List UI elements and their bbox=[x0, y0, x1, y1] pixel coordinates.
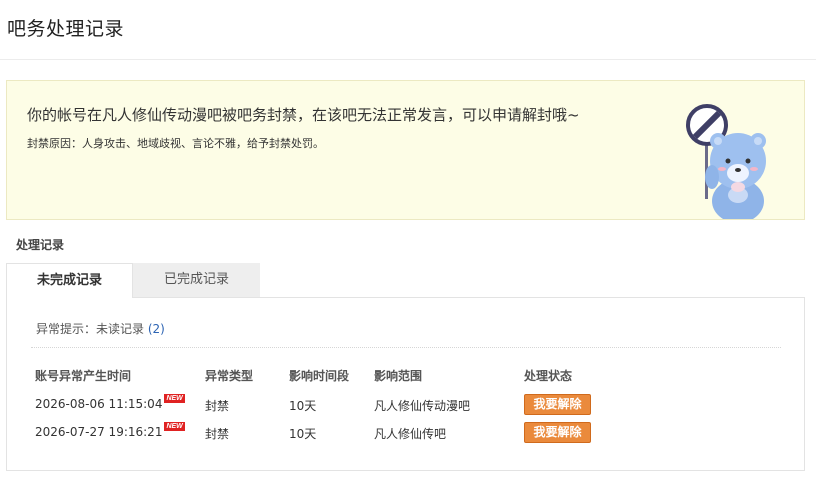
row-time: 2026-08-06 11:15:04 NEW bbox=[35, 394, 185, 411]
column-header-type: 异常类型 bbox=[205, 369, 254, 383]
bear-holding-no-sign-icon bbox=[686, 104, 766, 219]
column-header-status: 处理状态 bbox=[524, 369, 573, 383]
row-time-text: 2026-08-06 11:15:04 bbox=[35, 397, 163, 411]
unread-hint-label: 异常提示：未读记录 bbox=[36, 322, 145, 336]
unread-count-link[interactable]: (2) bbox=[148, 322, 165, 336]
row-duration: 10天 bbox=[289, 427, 317, 441]
column-header-scope: 影响范围 bbox=[374, 369, 423, 383]
unread-hint: 异常提示：未读记录 (2) bbox=[36, 320, 165, 337]
divider bbox=[31, 347, 781, 348]
column-header-time: 账号异常产生时间 bbox=[35, 369, 132, 383]
row-type: 封禁 bbox=[205, 427, 230, 441]
records-panel: 异常提示：未读记录 (2) 账号异常产生时间 异常类型 影响时间段 影响范围 处… bbox=[6, 297, 805, 471]
ban-reason-text: 封禁原因：人身攻击、地域歧视、言论不雅，给予封禁处罚。 bbox=[27, 137, 324, 150]
unban-button[interactable]: 我要解除 bbox=[524, 394, 591, 415]
row-time-text: 2026-07-27 19:16:21 bbox=[35, 425, 163, 439]
row-time: 2026-07-27 19:16:21 NEW bbox=[35, 422, 185, 439]
row-duration: 10天 bbox=[289, 399, 317, 413]
new-badge: NEW bbox=[164, 422, 185, 431]
section-heading: 处理记录 bbox=[16, 238, 65, 252]
column-header-duration: 影响时间段 bbox=[289, 369, 350, 383]
unban-button[interactable]: 我要解除 bbox=[524, 422, 591, 443]
tab-incomplete-records[interactable]: 未完成记录 bbox=[6, 263, 133, 298]
row-type: 封禁 bbox=[205, 399, 230, 413]
ban-notice-text: 你的帐号在凡人修仙传动漫吧被吧务封禁，在该吧无法正常发言，可以申请解封哦~ bbox=[27, 106, 580, 124]
title-divider bbox=[0, 59, 816, 60]
ban-notice-banner: 你的帐号在凡人修仙传动漫吧被吧务封禁，在该吧无法正常发言，可以申请解封哦~ 封禁… bbox=[6, 80, 805, 220]
tab-completed-records[interactable]: 已完成记录 bbox=[133, 263, 260, 297]
row-scope: 凡人修仙传吧 bbox=[374, 427, 447, 441]
page-title: 吧务处理记录 bbox=[7, 18, 125, 40]
row-scope: 凡人修仙传动漫吧 bbox=[374, 399, 471, 413]
new-badge: NEW bbox=[164, 394, 185, 403]
